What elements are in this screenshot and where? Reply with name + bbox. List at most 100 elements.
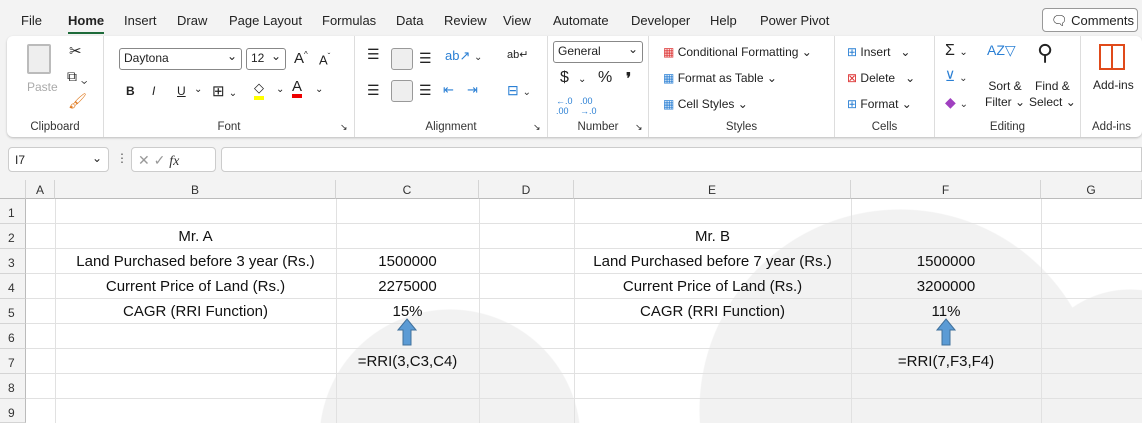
tab-file[interactable]: File (21, 13, 42, 28)
find-select-button[interactable]: Find & Select ⌄ (1029, 78, 1076, 110)
row-header-2[interactable]: 2 (0, 224, 26, 249)
decrease-indent-icon[interactable]: ⇤ (443, 82, 454, 98)
row-header-6[interactable]: 6 (0, 324, 26, 349)
increase-indent-icon[interactable]: ⇥ (467, 82, 478, 98)
formula-input[interactable] (221, 147, 1142, 172)
cell-f3[interactable]: 1500000 (851, 249, 1041, 274)
wrap-text-icon[interactable]: ab↵ (507, 48, 528, 61)
percent-button[interactable]: % (598, 69, 612, 87)
increase-font-icon[interactable]: A^ (294, 50, 308, 67)
cut-icon[interactable]: ✂ (69, 42, 82, 60)
decrease-font-icon[interactable]: Aˇ (319, 52, 330, 67)
column-header-e[interactable]: E (574, 180, 851, 199)
tab-review[interactable]: Review (444, 13, 487, 28)
align-left-icon[interactable]: ☰ (367, 82, 380, 99)
italic-button[interactable]: I (152, 84, 155, 98)
sort-filter-button[interactable]: Sort & Filter ⌄ (985, 78, 1025, 110)
insert-function-button[interactable]: fx (169, 154, 179, 169)
paste-button[interactable]: Paste (27, 80, 58, 94)
cell-e4[interactable]: Current Price of Land (Rs.) (574, 274, 851, 299)
merge-center-icon[interactable]: ⊟ ⌄ (507, 82, 531, 99)
copy-icon[interactable]: ⧉ ⌄ (67, 68, 88, 85)
row-header-5[interactable]: 5 (0, 299, 26, 324)
bold-button[interactable]: B (126, 84, 135, 98)
row-header-8[interactable]: 8 (0, 374, 26, 399)
up-arrow-shape[interactable] (397, 318, 417, 346)
conditional-formatting-button[interactable]: ▦ Conditional Formatting ⌄ (663, 45, 812, 59)
column-header-d[interactable]: D (479, 180, 574, 199)
cell-f4[interactable]: 3200000 (851, 274, 1041, 299)
borders-icon[interactable]: ⊞ ⌄ (212, 82, 237, 100)
cell-e3[interactable]: Land Purchased before 7 year (Rs.) (574, 249, 851, 274)
font-name-select[interactable]: Daytona (119, 48, 242, 70)
enter-icon[interactable]: ✓ (154, 152, 166, 168)
column-header-c[interactable]: C (336, 180, 479, 199)
increase-decimal-icon[interactable]: ←.0.00 (556, 96, 573, 116)
comments-button[interactable]: 🗨 Comments (1042, 8, 1138, 32)
clear-icon[interactable]: ◆ ⌄ (945, 94, 968, 111)
tab-view[interactable]: View (503, 13, 531, 28)
name-box[interactable]: I7 ⌄ (8, 147, 109, 172)
tab-data[interactable]: Data (396, 13, 423, 28)
fill-icon[interactable]: ⊻ ⌄ (945, 68, 968, 85)
decrease-decimal-icon[interactable]: .00 →.0 (580, 96, 597, 116)
insert-cells-button[interactable]: ⊞ Insert ⌄ (847, 45, 910, 59)
cancel-icon[interactable]: ✕ (138, 152, 150, 168)
row-header-9[interactable]: 9 (0, 399, 26, 423)
underline-dropdown[interactable]: ⌄ (194, 84, 202, 95)
format-cells-button[interactable]: ⊞ Format ⌄ (847, 97, 912, 111)
cell-e2[interactable]: Mr. B (574, 224, 851, 249)
cell-c7[interactable]: =RRI(3,C3,C4) (336, 349, 479, 374)
delete-cells-button[interactable]: ⊠ Delete ⌄ (847, 71, 915, 85)
fill-color-dropdown[interactable]: ⌄ (276, 84, 284, 95)
select-all-button[interactable] (0, 180, 26, 199)
tab-power-pivot[interactable]: Power Pivot (760, 13, 829, 28)
font-color-dropdown[interactable]: ⌄ (315, 84, 323, 95)
cell-styles-button[interactable]: ▦ Cell Styles ⌄ (663, 97, 748, 111)
autosum-icon[interactable]: Σ ⌄ (945, 42, 968, 60)
tab-draw[interactable]: Draw (177, 13, 207, 28)
bottom-align-icon[interactable]: ☰ (419, 50, 432, 67)
underline-button[interactable]: U (177, 84, 186, 98)
addins-icon (1099, 44, 1125, 70)
orientation-icon[interactable]: ab↗ ⌄ (445, 48, 482, 64)
cell-b4[interactable]: Current Price of Land (Rs.) (55, 274, 336, 299)
row-header-3[interactable]: 3 (0, 249, 26, 274)
cell-c4[interactable]: 2275000 (336, 274, 479, 299)
align-center-icon[interactable] (391, 80, 413, 102)
tab-help[interactable]: Help (710, 13, 737, 28)
row-header-1[interactable]: 1 (0, 199, 26, 224)
column-header-b[interactable]: B (55, 180, 336, 199)
tab-developer[interactable]: Developer (631, 13, 690, 28)
cell-f7[interactable]: =RRI(7,F3,F4) (851, 349, 1041, 374)
format-painter-icon[interactable]: 🖌 (68, 92, 87, 110)
cell-e5[interactable]: CAGR (RRI Function) (574, 299, 851, 324)
align-right-icon[interactable]: ☰ (419, 82, 432, 99)
format-as-table-button[interactable]: ▦ Format as Table ⌄ (663, 71, 777, 85)
cell-b5[interactable]: CAGR (RRI Function) (55, 299, 336, 324)
tab-insert[interactable]: Insert (124, 13, 157, 28)
row-header-4[interactable]: 4 (0, 274, 26, 299)
addins-button[interactable]: Add-ins (1093, 78, 1134, 92)
column-header-a[interactable]: A (26, 180, 55, 199)
number-format-select[interactable]: General (553, 41, 643, 63)
fill-color-icon[interactable]: ◇ (254, 80, 264, 100)
middle-align-icon[interactable] (391, 48, 413, 70)
column-header-f[interactable]: F (851, 180, 1041, 199)
currency-button[interactable]: $ (560, 69, 569, 87)
tab-formulas[interactable]: Formulas (322, 13, 376, 28)
top-align-icon[interactable]: ☰ (367, 46, 380, 63)
cell-c3[interactable]: 1500000 (336, 249, 479, 274)
cell-b3[interactable]: Land Purchased before 3 year (Rs.) (55, 249, 336, 274)
cell-b2[interactable]: Mr. A (55, 224, 336, 249)
up-arrow-shape[interactable] (936, 318, 956, 346)
worksheet-grid[interactable]: A B C D E F G 1 2 3 4 5 6 7 8 9 Mr. A La… (0, 180, 1142, 423)
column-header-g[interactable]: G (1041, 180, 1142, 199)
comma-button[interactable]: ❜ (626, 69, 631, 89)
font-color-icon[interactable]: A (292, 79, 303, 98)
font-size-select[interactable]: 12 (246, 48, 286, 70)
tab-page-layout[interactable]: Page Layout (229, 13, 302, 28)
row-header-7[interactable]: 7 (0, 349, 26, 374)
tab-automate[interactable]: Automate (553, 13, 609, 28)
tab-home[interactable]: Home (68, 13, 105, 34)
